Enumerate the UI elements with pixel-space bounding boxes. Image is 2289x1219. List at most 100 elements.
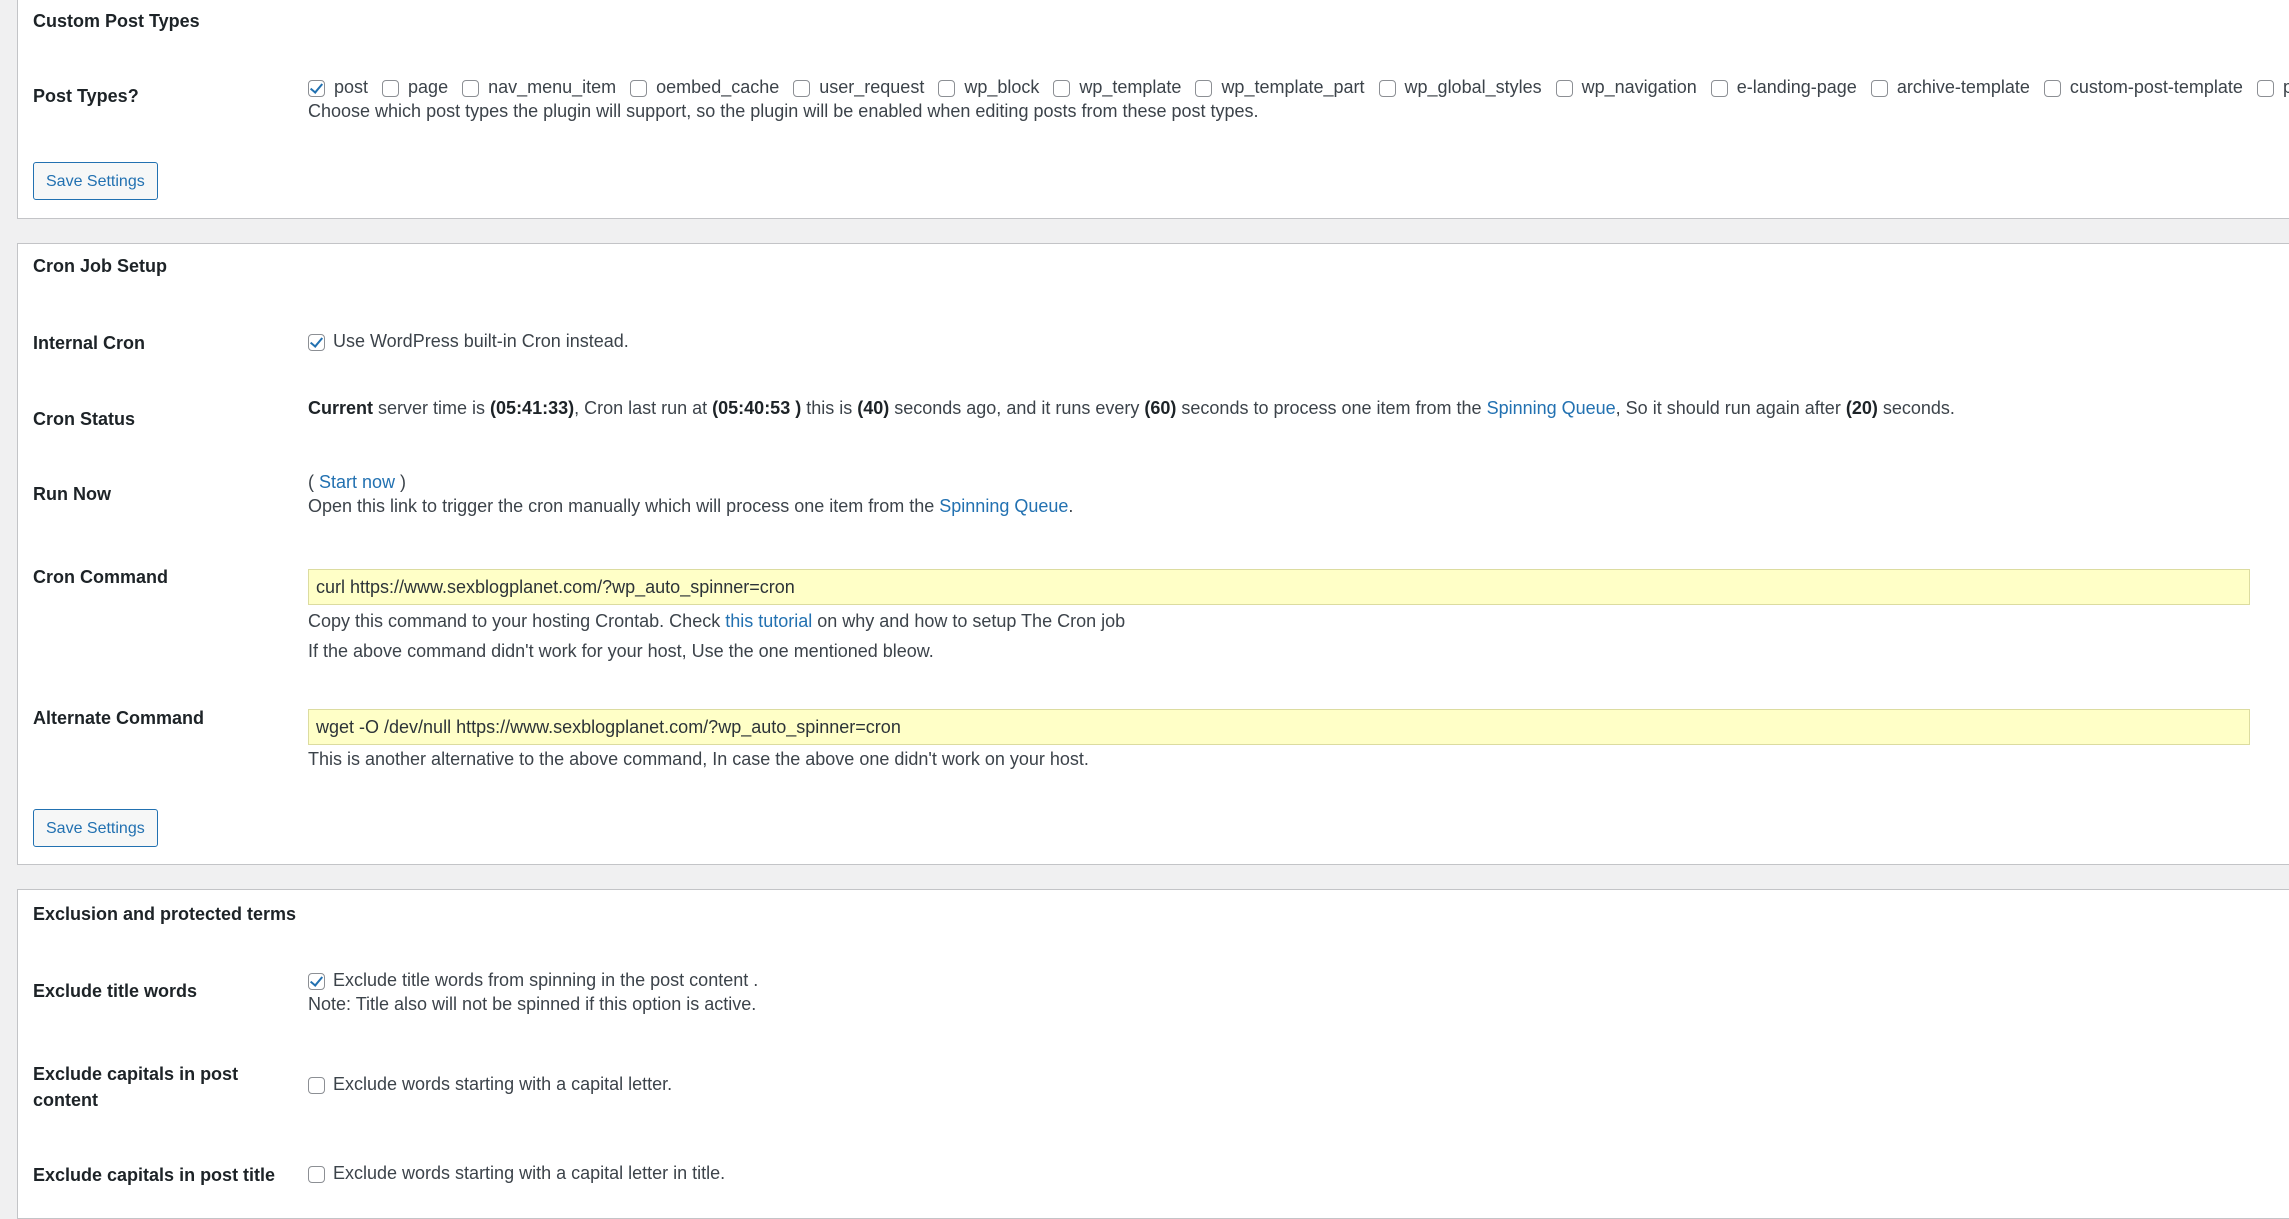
internal-cron-field: Use WordPress built-in Cron instead. bbox=[308, 329, 629, 353]
status-text-6: , So it should run again after bbox=[1615, 398, 1846, 418]
post-type-checkbox[interactable] bbox=[462, 80, 480, 97]
internal-cron-label: Internal Cron bbox=[33, 333, 146, 353]
custom-post-types-title: Custom Post Types bbox=[33, 11, 200, 31]
run-now-close-paren: ) bbox=[395, 472, 407, 492]
post-type-label: custom-post-template bbox=[2069, 77, 2243, 97]
internal-cron-text: Use WordPress built-in Cron instead. bbox=[333, 331, 629, 351]
post-type-checkbox[interactable] bbox=[1555, 80, 1573, 97]
post-type-item-wp_template_part[interactable]: wp_template_part bbox=[1195, 75, 1365, 99]
status-text-4: seconds ago, and it runs every bbox=[889, 398, 1145, 418]
post-type-item-custom-post-template[interactable]: custom-post-template bbox=[2043, 75, 2243, 99]
post-type-checkbox[interactable] bbox=[1870, 80, 1888, 97]
post-type-checkbox[interactable] bbox=[2043, 80, 2061, 97]
post-type-item-archive-template[interactable]: archive-template bbox=[1870, 75, 2030, 99]
cron-command-help-line2: If the above command didn't work for you… bbox=[308, 641, 934, 661]
post-type-label: wp_template_part bbox=[1221, 77, 1365, 97]
save-settings-button-cron[interactable]: Save Settings bbox=[33, 809, 158, 847]
status-text-1: server time is bbox=[373, 398, 491, 418]
run-now-open-paren: ( bbox=[308, 472, 319, 492]
run-interval: (60) bbox=[1144, 398, 1177, 418]
run-now-description: Open this link to trigger the cron manua… bbox=[308, 496, 940, 516]
run-again-after: (20) bbox=[1845, 398, 1878, 418]
exclude-capitals-title-text: Exclude words starting with a capital le… bbox=[333, 1163, 726, 1183]
post-type-checkbox[interactable] bbox=[1053, 80, 1071, 97]
post-type-item-wp_template[interactable]: wp_template bbox=[1053, 75, 1181, 99]
server-time: (05:41:33) bbox=[490, 398, 575, 418]
post-types-description: Choose which post types the plugin will … bbox=[308, 101, 1259, 121]
post-type-item-e-landing-page[interactable]: e-landing-page bbox=[1710, 75, 1857, 99]
post-type-checkbox[interactable] bbox=[1195, 80, 1213, 97]
status-text-7: seconds. bbox=[1877, 398, 1955, 418]
cron-command-label: Cron Command bbox=[33, 567, 168, 587]
status-text-5: seconds to process one item from the bbox=[1176, 398, 1487, 418]
post-type-label: e-landing-page bbox=[1736, 77, 1857, 97]
run-now-description-end: . bbox=[1068, 496, 1074, 516]
exclude-title-words-checkbox[interactable] bbox=[308, 973, 325, 990]
post-type-item-page[interactable]: page bbox=[382, 75, 448, 99]
post-type-label: archive-template bbox=[1896, 77, 2030, 97]
exclude-capitals-title-label: Exclude capitals in post title bbox=[33, 1165, 276, 1185]
post-type-checkbox[interactable] bbox=[938, 80, 956, 97]
post-type-item-user_request[interactable]: user_request bbox=[793, 75, 924, 99]
save-settings-button[interactable]: Save Settings bbox=[33, 162, 158, 200]
exclude-capitals-title-checkbox[interactable] bbox=[308, 1166, 325, 1183]
status-text-2: , Cron last run at bbox=[574, 398, 713, 418]
post-type-label: nav_menu_item bbox=[488, 77, 617, 97]
last-run-time: (05:40:53 ) bbox=[712, 398, 802, 418]
seconds-ago: (40) bbox=[857, 398, 890, 418]
this-tutorial-link[interactable]: this tutorial bbox=[725, 611, 812, 631]
start-now-link[interactable]: Start now bbox=[319, 472, 395, 492]
post-type-item-nav_menu_item[interactable]: nav_menu_item bbox=[462, 75, 616, 99]
cron-command-input[interactable]: curl https://www.sexblogplanet.com/?wp_a… bbox=[308, 569, 2250, 605]
post-type-checkbox[interactable] bbox=[308, 80, 325, 97]
post-type-label: wp_navigation bbox=[1581, 77, 1697, 97]
alternate-command-help: This is another alternative to the above… bbox=[308, 749, 1089, 769]
run-now-spinning-queue-link[interactable]: Spinning Queue bbox=[939, 496, 1068, 516]
exclude-capitals-content-label: Exclude capitals in post content bbox=[33, 1064, 239, 1110]
cron-job-setup-title: Cron Job Setup bbox=[33, 256, 167, 276]
post-type-item-wp_navigation[interactable]: wp_navigation bbox=[1555, 75, 1697, 99]
post-type-checkbox[interactable] bbox=[630, 80, 648, 97]
post-type-checkbox[interactable] bbox=[1378, 80, 1396, 97]
spinning-queue-link[interactable]: Spinning Queue bbox=[1487, 398, 1616, 418]
post-type-label: oembed_cache bbox=[656, 77, 780, 97]
alternate-command-label: Alternate Command bbox=[33, 708, 205, 728]
exclude-capitals-content-field: Exclude words starting with a capital le… bbox=[308, 1072, 672, 1096]
exclude-title-words-label: Exclude title words bbox=[33, 981, 198, 1001]
internal-cron-checkbox[interactable] bbox=[308, 334, 325, 351]
exclude-capitals-title-field: Exclude words starting with a capital le… bbox=[308, 1161, 725, 1185]
post-type-label: wp_block bbox=[964, 77, 1040, 97]
exclusion-title: Exclusion and protected terms bbox=[33, 904, 297, 924]
run-now-label: Run Now bbox=[33, 484, 111, 504]
exclude-capitals-content-checkbox[interactable] bbox=[308, 1077, 325, 1094]
post-type-item-oembed_cache[interactable]: oembed_cache bbox=[630, 75, 779, 99]
post-types-field: post page nav_menu_item oembed_cache user_re… bbox=[308, 75, 2289, 123]
post-type-item-wp_block[interactable]: wp_block bbox=[938, 75, 1039, 99]
run-now-field: ( Start now ) Open this link to trigger … bbox=[308, 470, 1073, 518]
exclude-title-words-note: Note: Title also will not be spinned if … bbox=[308, 994, 757, 1014]
cron-status-text: Current server time is (05:41:33), Cron … bbox=[308, 396, 1955, 420]
status-text-3: this is bbox=[801, 398, 858, 418]
post-type-item-penci-block[interactable]: penci-block bbox=[2256, 75, 2289, 99]
post-type-item-wp_global_styles[interactable]: wp_global_styles bbox=[1378, 75, 1542, 99]
cron-command-help-text: Copy this command to your hosting Cronta… bbox=[308, 611, 726, 631]
exclusion-panel: Exclusion and protected terms Exclude ti… bbox=[17, 889, 2289, 1219]
custom-post-types-panel: Custom Post Types Post Types? post page na… bbox=[17, 0, 2289, 219]
status-current: Current bbox=[308, 398, 374, 418]
exclude-title-words-field: Exclude title words from spinning in the… bbox=[308, 968, 758, 1016]
cron-job-setup-panel: Cron Job Setup Internal Cron Use WordPre… bbox=[17, 243, 2289, 865]
post-type-label: user_request bbox=[819, 77, 925, 97]
cron-command-help-suffix: on why and how to setup The Cron job bbox=[812, 611, 1126, 631]
post-type-label: wp_global_styles bbox=[1404, 77, 1542, 97]
post-type-item-post[interactable]: post bbox=[308, 75, 368, 99]
exclude-capitals-content-text: Exclude words starting with a capital le… bbox=[333, 1074, 673, 1094]
post-type-label: penci-block bbox=[2282, 77, 2289, 97]
cron-status-label: Cron Status bbox=[33, 409, 136, 429]
post-types-list: post page nav_menu_item oembed_cache user_re… bbox=[308, 75, 2289, 99]
post-type-checkbox[interactable] bbox=[382, 80, 400, 97]
post-type-checkbox[interactable] bbox=[793, 80, 811, 97]
post-type-checkbox[interactable] bbox=[1710, 80, 1728, 97]
alternate-command-input[interactable]: wget -O /dev/null https://www.sexblogpla… bbox=[308, 709, 2250, 745]
post-type-label: page bbox=[408, 77, 449, 97]
post-type-checkbox[interactable] bbox=[2256, 80, 2274, 97]
